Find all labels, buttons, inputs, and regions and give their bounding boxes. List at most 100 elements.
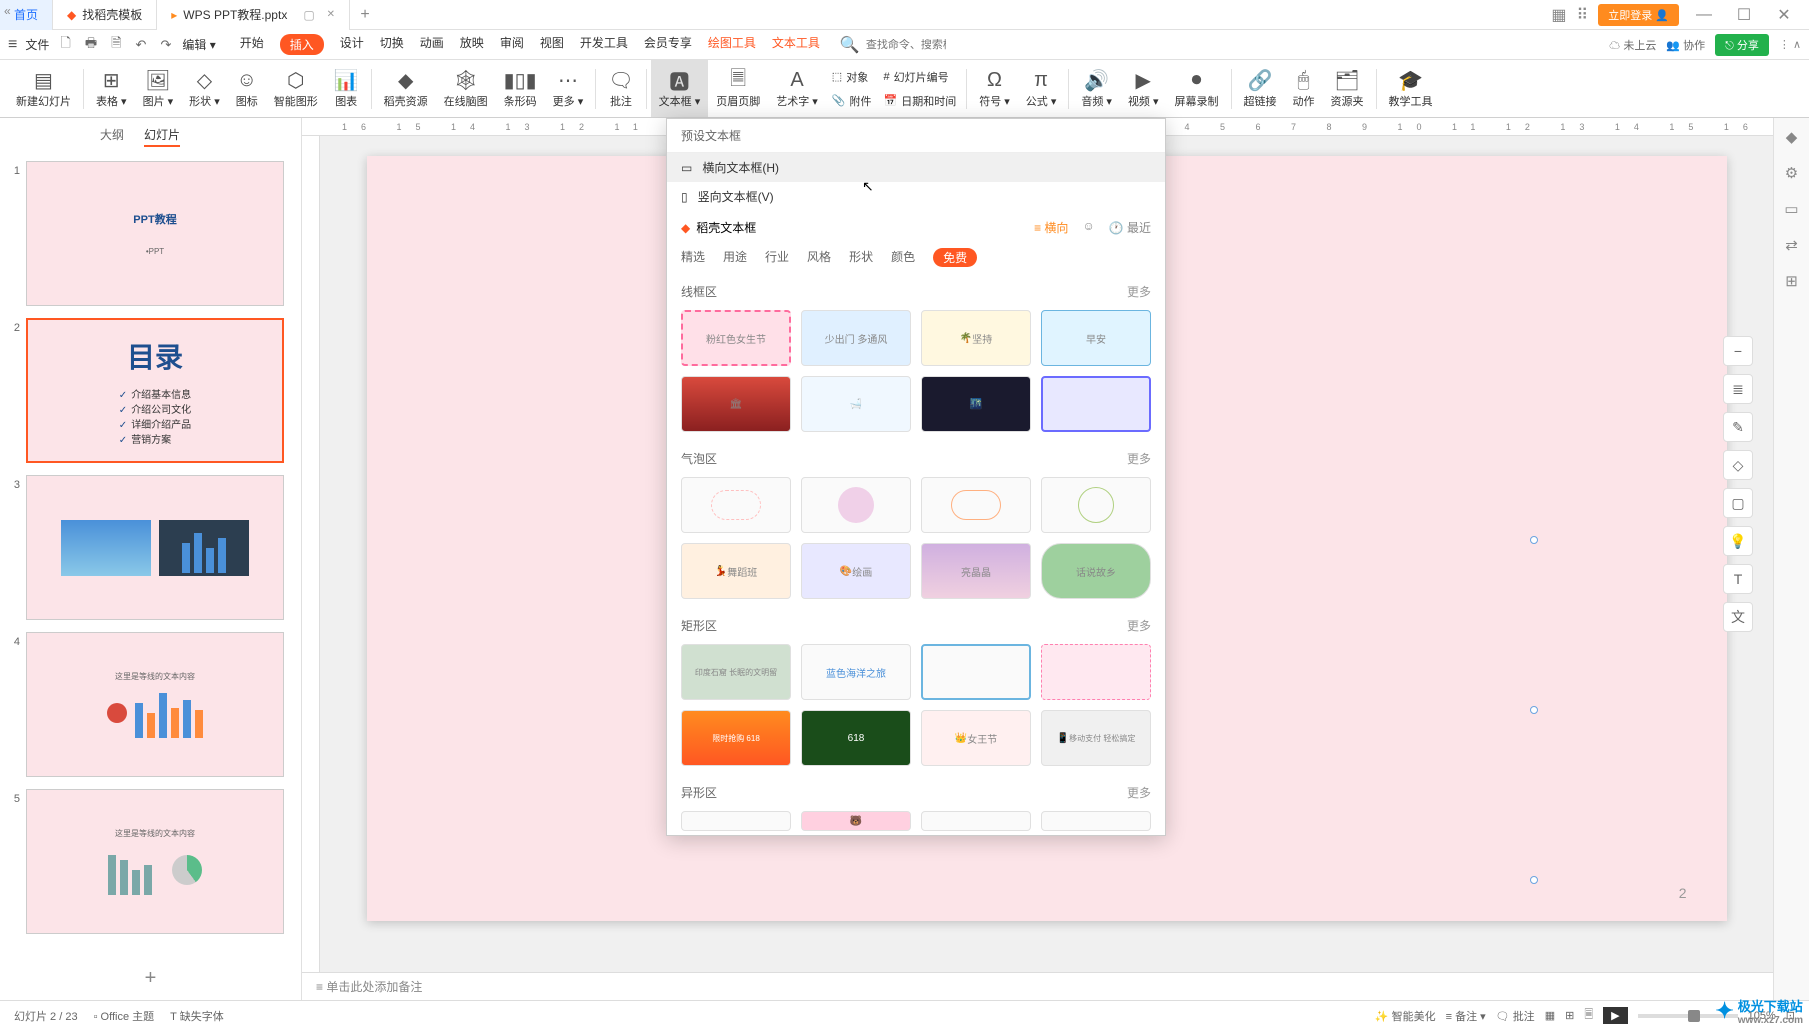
more-rect[interactable]: 更多 — [1127, 617, 1151, 634]
qat-redo-icon[interactable]: ↷ — [157, 37, 174, 53]
template-card[interactable]: 🛁 — [801, 376, 911, 432]
template-card[interactable]: 亮晶晶 — [921, 543, 1031, 599]
outline-tab[interactable]: 大纲 — [100, 126, 124, 147]
ribbon-equation[interactable]: π公式 ▾ — [1018, 60, 1065, 117]
filter-use[interactable]: 用途 — [723, 248, 747, 267]
rp-slide-icon[interactable]: ▭ — [1784, 200, 1798, 218]
template-card[interactable] — [1041, 376, 1151, 432]
qat-preview-icon[interactable]: 🗎 — [108, 34, 124, 56]
float-frame[interactable]: ▢ — [1723, 488, 1753, 518]
ribbon-picture[interactable]: 🖼图片 ▾ — [135, 60, 182, 117]
login-button[interactable]: 立即登录 👤 — [1598, 4, 1679, 26]
tab-member[interactable]: 会员专享 — [644, 34, 692, 55]
minimize-button[interactable]: — — [1689, 6, 1719, 24]
float-pen[interactable]: ✎ — [1723, 412, 1753, 442]
ribbon-textbox[interactable]: 🅰文本框 ▾ — [651, 60, 709, 117]
view-normal-icon[interactable]: ▦ — [1545, 1009, 1555, 1022]
rp-layout-icon[interactable]: ⊞ — [1785, 272, 1798, 290]
ribbon-icons[interactable]: ☺图标 — [228, 60, 266, 117]
ribbon-mindmap[interactable]: 🕸在线脑图 — [436, 60, 496, 117]
apps-icon[interactable]: ⠿ — [1577, 5, 1589, 25]
close-window-button[interactable]: ✕ — [1769, 5, 1799, 25]
ribbon-teaching[interactable]: 🎓教学工具 — [1381, 60, 1441, 117]
ribbon-wordart[interactable]: A艺术字 ▾ — [768, 60, 826, 117]
template-card[interactable] — [1041, 477, 1151, 533]
thumb-slide-1[interactable]: PPT教程 •PPT — [26, 161, 284, 306]
ribbon-symbol[interactable]: Ω符号 ▾ — [971, 60, 1018, 117]
tab-review[interactable]: 审阅 — [500, 34, 524, 55]
ribbon-headerfooter[interactable]: 🗏页眉页脚 — [708, 60, 768, 117]
tab-texttools[interactable]: 文本工具 — [772, 34, 820, 55]
float-translate[interactable]: 文 — [1723, 602, 1753, 632]
ribbon-chart[interactable]: 📊图表 — [326, 60, 367, 117]
new-tab-button[interactable]: + — [350, 6, 380, 24]
ribbon-attachment[interactable]: 📎附件 — [832, 90, 872, 112]
template-card[interactable] — [1041, 811, 1151, 831]
ribbon-barcode[interactable]: ▮▯▮条形码 — [496, 60, 545, 117]
tab-insert[interactable]: 插入 — [280, 34, 324, 55]
hamburger-icon[interactable]: ≡ — [8, 36, 17, 54]
float-text[interactable]: T — [1723, 564, 1753, 594]
status-missing-fonts[interactable]: T 缺失字体 — [170, 1008, 224, 1024]
notes-placeholder[interactable]: 单击此处添加备注 — [326, 978, 422, 995]
ribbon-datetime[interactable]: 📅日期和时间 — [884, 90, 957, 112]
ribbon-slidenumber[interactable]: #幻灯片编号 — [884, 66, 957, 88]
view-sorter-icon[interactable]: ⊞ — [1565, 1009, 1574, 1022]
tab-drawtools[interactable]: 绘图工具 — [708, 34, 756, 55]
maximize-button[interactable]: ☐ — [1729, 5, 1759, 25]
ribbon-assets[interactable]: 🗂资源夹 — [1323, 60, 1372, 117]
template-card[interactable]: 🌴坚持 — [921, 310, 1031, 366]
rp-settings-icon[interactable]: ⚙ — [1785, 164, 1798, 182]
tab-design[interactable]: 设计 — [340, 34, 364, 55]
template-card[interactable]: 🐻 — [801, 811, 911, 831]
float-layers[interactable]: ≣ — [1723, 374, 1753, 404]
thumb-slide-5[interactable]: 这里是等线的文本内容 — [26, 789, 284, 934]
slides-tab[interactable]: 幻灯片 — [144, 126, 180, 147]
template-card[interactable]: 印度石窟 长眠的文明留 — [681, 644, 791, 700]
template-card[interactable]: 蓝色海洋之旅 — [801, 644, 911, 700]
float-shape[interactable]: ◇ — [1723, 450, 1753, 480]
template-card[interactable] — [1041, 644, 1151, 700]
tab-start[interactable]: 开始 — [240, 34, 264, 55]
tab-menu-icon[interactable]: ▢ — [303, 8, 314, 22]
add-slide-button[interactable]: + — [0, 957, 301, 1000]
tab-slideshow[interactable]: 放映 — [460, 34, 484, 55]
thumb-slide-4[interactable]: 这里是等线的文本内容 — [26, 632, 284, 777]
tab-templates[interactable]: ◆ 找稻壳模板 — [53, 0, 157, 30]
qat-undo-icon[interactable]: ↶ — [133, 37, 150, 53]
template-card[interactable]: 🌃 — [921, 376, 1031, 432]
status-notes[interactable]: ≡ 备注 ▾ — [1446, 1008, 1486, 1024]
ribbon-action[interactable]: 🖱动作 — [1285, 60, 1323, 117]
template-card[interactable]: 话说故乡 — [1041, 543, 1151, 599]
tab-transition[interactable]: 切换 — [380, 34, 404, 55]
edit-dropdown[interactable]: 编辑 ▾ — [182, 36, 215, 53]
template-card[interactable] — [681, 811, 791, 831]
filter-industry[interactable]: 行业 — [765, 248, 789, 267]
thumb-slide-2[interactable]: 目录 介绍基本信息 介绍公司文化 详细介绍产品 营销方案 — [26, 318, 284, 463]
dd-recent[interactable]: 🕐 最近 — [1109, 219, 1151, 236]
template-card[interactable]: 粉红色女生节 — [681, 310, 791, 366]
tab-view[interactable]: 视图 — [540, 34, 564, 55]
template-card[interactable] — [921, 477, 1031, 533]
ribbon-table[interactable]: ⊞表格 ▾ — [88, 60, 135, 117]
filter-featured[interactable]: 精选 — [681, 248, 705, 267]
template-card[interactable]: 👑女王节 — [921, 710, 1031, 766]
dd-horizontal-textbox[interactable]: ▭ 横向文本框(H) — [667, 153, 1165, 182]
grid-icon[interactable]: ▦ — [1551, 5, 1566, 25]
filter-free[interactable]: 免费 — [933, 248, 977, 267]
float-zoom-out[interactable]: − — [1723, 336, 1753, 366]
ribbon-hyperlink[interactable]: 🔗超链接 — [1236, 60, 1285, 117]
thumb-slide-3[interactable] — [26, 475, 284, 620]
status-beautify[interactable]: ✨ 智能美化 — [1375, 1008, 1436, 1024]
rp-transition-icon[interactable]: ⇄ — [1785, 236, 1798, 254]
tab-document[interactable]: ▸ WPS PPT教程.pptx ▢ ✕ — [157, 0, 350, 30]
status-comments[interactable]: 🗨 批注 — [1496, 1008, 1535, 1024]
rp-diamond-icon[interactable]: ◆ — [1786, 128, 1798, 146]
template-card[interactable]: 🏛 — [681, 376, 791, 432]
dd-orientation[interactable]: ≡ 横向 — [1034, 219, 1068, 236]
ribbon-object[interactable]: ⬚对象 — [832, 66, 872, 88]
ribbon-comment[interactable]: 🗨批注 — [600, 60, 641, 117]
command-search-input[interactable] — [866, 39, 946, 51]
ribbon-smartart[interactable]: ⬡智能图形 — [266, 60, 326, 117]
dd-feedback-icon[interactable]: ☺ — [1082, 219, 1094, 236]
